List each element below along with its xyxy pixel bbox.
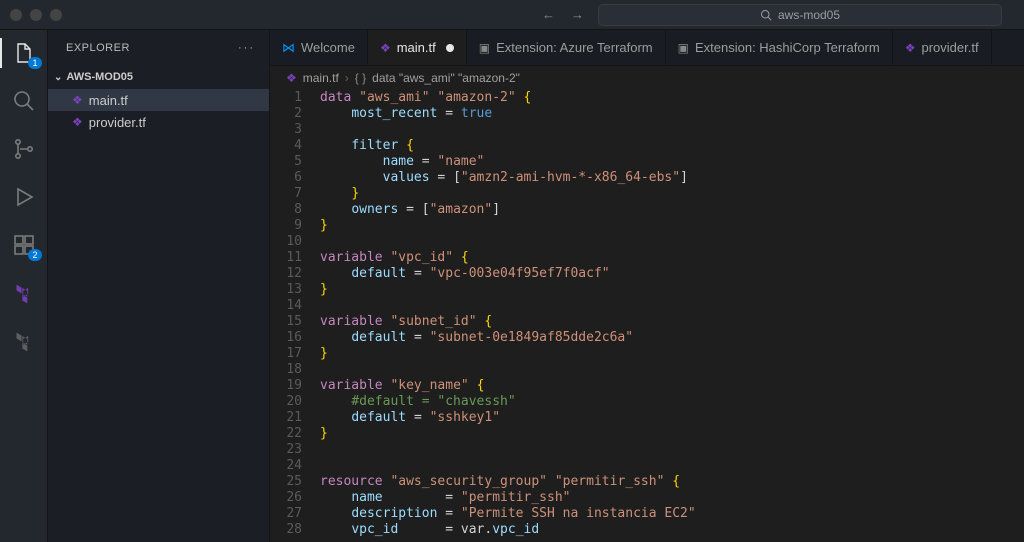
nav-forward-icon[interactable]: → (571, 7, 584, 22)
folder-header[interactable]: ⌄ AWS-MOD05 (48, 65, 269, 89)
terraform-file-icon: ❖ (72, 93, 83, 107)
folder-name: AWS-MOD05 (66, 71, 133, 83)
editor-area: ⋈ Welcome ❖ main.tf ▣ Extension: Azure Terraf… (270, 30, 1024, 542)
explorer-badge: 1 (28, 57, 41, 69)
search-activity-icon[interactable] (11, 88, 37, 114)
file-name: main.tf (89, 93, 128, 108)
tab-label: provider.tf (921, 40, 978, 55)
file-tree: ❖ main.tf ❖ provider.tf (48, 89, 269, 542)
editor-tab[interactable]: ▣ Extension: Azure Terraform (467, 30, 666, 65)
file-tree-item[interactable]: ❖ main.tf (48, 89, 269, 111)
terraform-icon-2[interactable] (11, 328, 37, 354)
editor-tab[interactable]: ▣ Extension: HashiCorp Terraform (666, 30, 893, 65)
dirty-indicator (446, 44, 454, 52)
code-editor[interactable]: 1234567891011121314151617181920212223242… (270, 90, 1024, 542)
breadcrumb-file: main.tf (303, 71, 339, 85)
window-controls (10, 9, 62, 21)
tab-label: Welcome (301, 40, 355, 55)
extensions-icon[interactable]: 2 (11, 232, 37, 258)
source-control-icon[interactable] (11, 136, 37, 162)
terraform-file-icon: ❖ (72, 115, 83, 129)
run-debug-icon[interactable] (11, 184, 37, 210)
extension-icon: ▣ (479, 41, 490, 55)
tab-label: Extension: Azure Terraform (496, 40, 653, 55)
terraform-file-icon: ❖ (286, 71, 297, 85)
breadcrumb[interactable]: ❖ main.tf › { } data "aws_ami" "amazon-2… (270, 66, 1024, 90)
terraform-icon[interactable] (11, 280, 37, 306)
terraform-file-icon: ❖ (905, 41, 916, 55)
terraform-file-icon: ❖ (380, 41, 391, 55)
file-tree-item[interactable]: ❖ provider.tf (48, 111, 269, 133)
extension-icon: ▣ (678, 41, 689, 55)
brackets-icon: { } (355, 71, 366, 85)
explorer-icon[interactable]: 1 (11, 40, 37, 66)
tab-label: main.tf (397, 40, 436, 55)
nav-arrows: ← → (542, 7, 584, 22)
editor-tab[interactable]: ❖ main.tf (368, 30, 467, 65)
breadcrumb-symbol: data "aws_ami" "amazon-2" (372, 71, 520, 85)
command-center-text: aws-mod05 (778, 8, 840, 22)
activity-bar: 1 2 (0, 30, 48, 542)
tab-label: Extension: HashiCorp Terraform (695, 40, 880, 55)
editor-tabs: ⋈ Welcome ❖ main.tf ▣ Extension: Azure Terraf… (270, 30, 1024, 66)
maximize-window-button[interactable] (50, 9, 62, 21)
line-number-gutter: 1234567891011121314151617181920212223242… (270, 90, 316, 542)
chevron-down-icon: ⌄ (54, 72, 62, 83)
editor-tab[interactable]: ⋈ Welcome (270, 30, 368, 65)
vscode-icon: ⋈ (282, 40, 295, 56)
search-icon (760, 9, 772, 21)
title-bar: ← → aws-mod05 (0, 0, 1024, 30)
more-icon[interactable]: ··· (238, 42, 255, 54)
close-window-button[interactable] (10, 9, 22, 21)
editor-tab[interactable]: ❖ provider.tf (893, 30, 992, 65)
extensions-badge: 2 (28, 249, 41, 261)
command-center[interactable]: aws-mod05 (598, 4, 1002, 26)
nav-back-icon[interactable]: ← (542, 7, 555, 22)
sidebar-title: EXPLORER (66, 42, 130, 54)
minimize-window-button[interactable] (30, 9, 42, 21)
explorer-sidebar: EXPLORER ··· ⌄ AWS-MOD05 ❖ main.tf ❖ provid… (48, 30, 270, 542)
file-name: provider.tf (89, 115, 146, 130)
code-lines[interactable]: data "aws_ami" "amazon-2" { most_recent … (316, 90, 1024, 542)
breadcrumb-separator: › (345, 71, 349, 85)
